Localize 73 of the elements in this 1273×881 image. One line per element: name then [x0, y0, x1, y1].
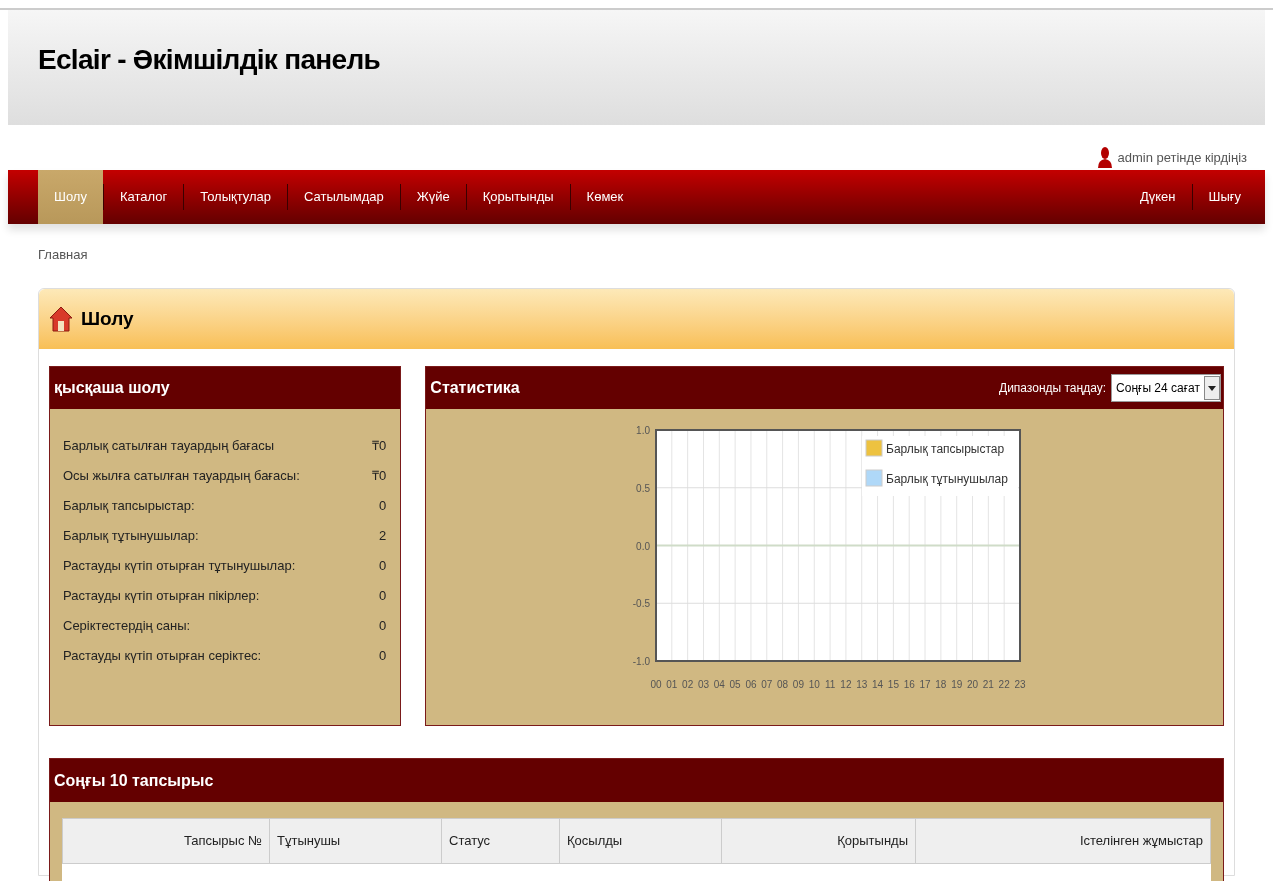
x-tick-label: 02	[682, 679, 694, 690]
nav-tab[interactable]: Каталог	[103, 170, 184, 224]
login-status: admin ретінде кірдіңіз	[1117, 148, 1247, 167]
x-tick-label: 04	[714, 679, 726, 690]
x-tick-label: 06	[745, 679, 757, 690]
x-tick-label: 10	[809, 679, 821, 690]
x-tick-label: 11	[825, 679, 836, 690]
y-tick-label: 0.0	[636, 540, 651, 552]
page-title: Eclair - Әкімшілдік панель	[38, 46, 381, 74]
nav-tab[interactable]: Дүкен	[1123, 170, 1192, 224]
stat-label: Растауды күтіп отырған пікірлер:	[63, 587, 260, 606]
column-header: Істелінген жұмыстар	[1078, 832, 1204, 851]
range-label: Дипазонды таңдау:	[999, 380, 1107, 397]
x-tick-label: 19	[951, 679, 963, 690]
x-tick-label: 09	[793, 679, 805, 690]
panel-title: Статистика	[430, 378, 520, 398]
nav-tab[interactable]: Көмек	[570, 170, 640, 224]
x-tick-label: 21	[983, 679, 995, 690]
stat-value: 0	[379, 557, 387, 576]
nav-tab[interactable]: Толықтулар	[184, 170, 288, 224]
x-tick-label: 12	[840, 679, 852, 690]
panel-title: Соңғы 10 тапсырыс	[54, 770, 214, 791]
legend-label: Барлық тұтынушылар	[886, 472, 1009, 486]
x-tick-label: 23	[1014, 679, 1026, 690]
x-tick-label: 05	[729, 679, 741, 690]
stat-value: 0	[379, 647, 387, 666]
column-header: Тұтынушы	[270, 819, 442, 863]
legend-label: Барлық тапсырыстар	[886, 442, 1005, 456]
y-tick-label: -0.5	[633, 598, 651, 610]
stat-value: 2	[379, 527, 387, 546]
y-tick-label: -1.0	[633, 656, 651, 667]
stat-value: 0	[379, 497, 387, 516]
stat-label: Барлық тұтынушылар:	[63, 527, 199, 546]
stat-label: Барлық сатылған тауардың бағасы	[63, 437, 275, 456]
section-title: Шолу	[81, 306, 134, 331]
x-tick-label: 22	[998, 679, 1011, 690]
dropdown-caret-icon	[1204, 376, 1220, 400]
x-tick-label: 16	[904, 679, 916, 690]
x-tick-label: 18	[935, 679, 947, 690]
x-tick-label: 00	[650, 679, 662, 690]
range-dropdown[interactable]: Соңғы 24 сағат	[1111, 374, 1221, 402]
stat-value: 0	[379, 587, 387, 606]
column-header: Қосылды	[560, 819, 722, 863]
panel-title: қысқаша шолу	[54, 378, 170, 398]
user-icon	[1097, 145, 1114, 170]
x-tick-label: 14	[872, 679, 884, 690]
nav-tab[interactable]: Жүйе	[400, 170, 466, 224]
home-icon	[49, 306, 73, 332]
x-tick-label: 07	[761, 679, 773, 690]
breadcrumb[interactable]: Главная	[38, 247, 88, 262]
x-tick-label: 20	[967, 679, 979, 690]
y-tick-label: 1.0	[636, 425, 651, 436]
stat-value: 0	[379, 617, 387, 636]
x-tick-label: 17	[919, 679, 931, 690]
stat-label: Барлық тапсырыстар:	[63, 497, 195, 516]
stat-label: Растауды күтіп отырған серіктес:	[63, 647, 262, 666]
stat-value: ₸0	[372, 467, 387, 486]
nav-tab[interactable]: Сатылымдар	[288, 170, 400, 224]
stat-label: Растауды күтіп отырған тұтынушылар:	[63, 557, 296, 576]
nav-tab[interactable]: Шығу	[1192, 170, 1257, 224]
stat-value: ₸0	[372, 437, 387, 456]
stat-label: Осы жылға сатылған тауардың бағасы:	[63, 467, 300, 486]
y-tick-label: 0.5	[636, 482, 651, 494]
x-tick-label: 01	[666, 679, 678, 690]
nav-tab[interactable]: Қорытынды	[466, 170, 570, 224]
stat-label: Серіктестердің саны:	[63, 617, 191, 636]
x-tick-label: 03	[698, 679, 710, 690]
column-header: Қорытынды	[722, 819, 916, 863]
x-tick-label: 08	[777, 679, 789, 690]
x-tick-label: 13	[856, 679, 868, 690]
x-tick-label: 15	[888, 679, 900, 690]
column-header: Статус	[442, 819, 560, 863]
column-header: Тапсырыс №	[63, 819, 270, 863]
